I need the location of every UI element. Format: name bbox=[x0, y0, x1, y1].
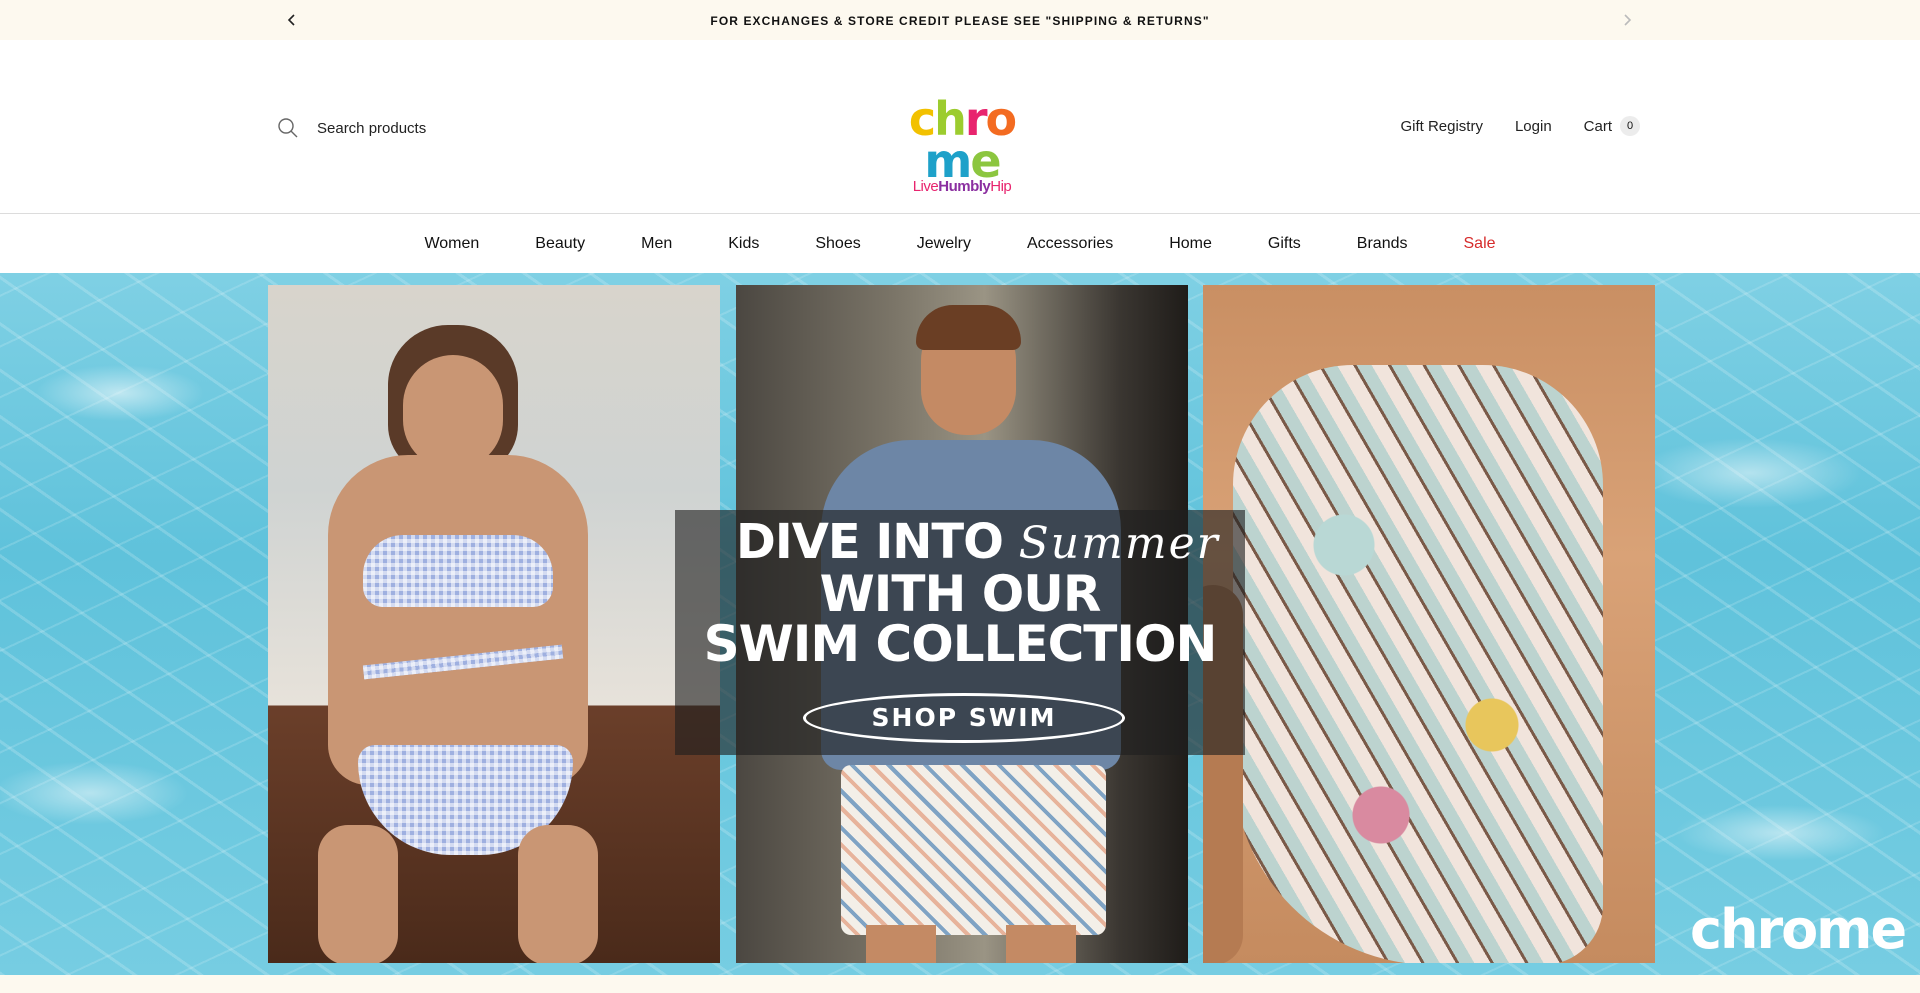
hero-image-bikini bbox=[268, 285, 720, 963]
search-input[interactable] bbox=[317, 119, 577, 137]
hero-headline: DIVE INTO Summer WITH OUR SWIM COLLECTIO… bbox=[700, 517, 1220, 669]
shop-swim-button[interactable]: SHOP SWIM bbox=[803, 693, 1125, 743]
nav-item-jewelry[interactable]: Jewelry bbox=[889, 235, 999, 253]
nav-item-home[interactable]: Home bbox=[1141, 235, 1240, 253]
nav-item-kids[interactable]: Kids bbox=[700, 235, 787, 253]
hero-image-one-piece bbox=[1203, 285, 1655, 963]
logo-wordmark: chrome bbox=[908, 92, 1017, 188]
search-icon[interactable] bbox=[276, 116, 300, 140]
nav-item-men[interactable]: Men bbox=[613, 235, 700, 253]
cart-label: Cart bbox=[1583, 117, 1612, 135]
nav-item-women[interactable]: Women bbox=[396, 235, 507, 253]
nav-item-beauty[interactable]: Beauty bbox=[507, 235, 613, 253]
login-link[interactable]: Login bbox=[1515, 118, 1552, 135]
hero-line-2: WITH OUR bbox=[819, 565, 1102, 623]
bottom-strip bbox=[0, 975, 1920, 993]
hero-line-3: SWIM COLLECTION bbox=[703, 615, 1218, 673]
nav-item-sale[interactable]: Sale bbox=[1436, 235, 1524, 253]
chevron-right-icon[interactable] bbox=[1616, 9, 1638, 31]
hero-script-word: Summer bbox=[1018, 518, 1220, 569]
hero-banner[interactable]: DIVE INTO Summer WITH OUR SWIM COLLECTIO… bbox=[0, 273, 1920, 975]
site-header: chrome LiveHumblyHip Gift Registry Login… bbox=[0, 40, 1920, 214]
nav-item-brands[interactable]: Brands bbox=[1329, 235, 1436, 253]
hero-line-1: DIVE INTO bbox=[736, 514, 1004, 570]
utility-links: Gift Registry Login Cart 0 bbox=[1400, 116, 1640, 136]
announcement-bar: FOR EXCHANGES & STORE CREDIT PLEASE SEE … bbox=[0, 0, 1920, 40]
cart-link[interactable]: Cart 0 bbox=[1584, 116, 1640, 136]
main-nav: Women Beauty Men Kids Shoes Jewelry Acce… bbox=[0, 215, 1920, 272]
logo-tagline: LiveHumblyHip bbox=[912, 178, 1012, 195]
nav-item-accessories[interactable]: Accessories bbox=[999, 235, 1141, 253]
gift-registry-link[interactable]: Gift Registry bbox=[1400, 118, 1483, 135]
nav-item-gifts[interactable]: Gifts bbox=[1240, 235, 1329, 253]
logo[interactable]: chrome LiveHumblyHip bbox=[890, 96, 1034, 195]
nav-item-shoes[interactable]: Shoes bbox=[787, 235, 888, 253]
hero-watermark-logo: chrome bbox=[1690, 898, 1907, 961]
search-bar bbox=[276, 114, 596, 142]
cart-count-badge: 0 bbox=[1620, 116, 1640, 136]
